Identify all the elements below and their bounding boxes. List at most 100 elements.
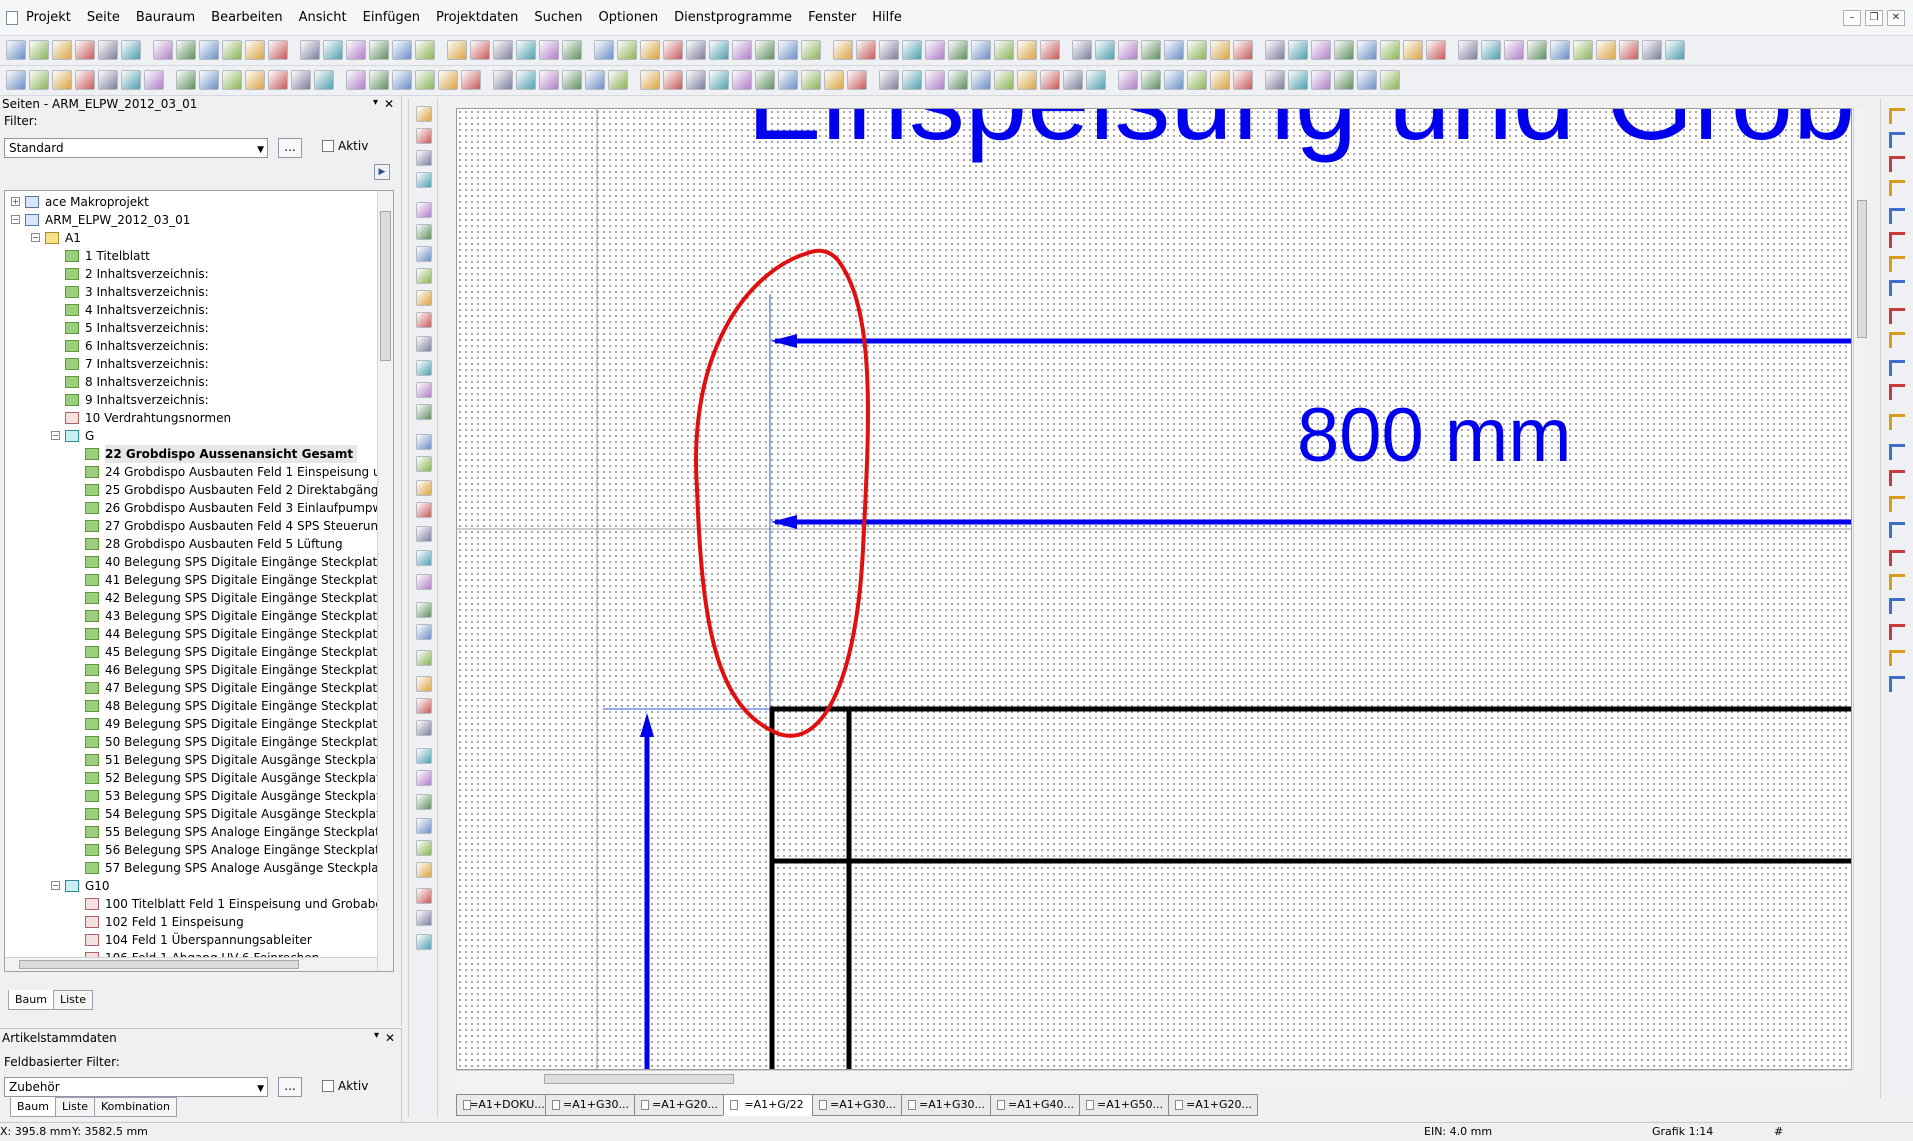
toolbar-tool-icon[interactable] — [1357, 40, 1377, 60]
tab-baum[interactable]: Baum — [10, 1097, 56, 1117]
toolbar-tool-icon[interactable] — [1481, 40, 1501, 60]
tab-baum[interactable]: Baum — [8, 990, 54, 1010]
toolbar-tool-icon[interactable] — [176, 70, 196, 90]
connection-tool-icon[interactable] — [1889, 624, 1905, 640]
toolbar-tool-icon[interactable] — [470, 40, 490, 60]
connection-tool-icon[interactable] — [1889, 156, 1905, 172]
drawing-tool-icon[interactable] — [416, 172, 432, 188]
connection-tool-icon[interactable] — [1889, 676, 1905, 692]
tree-item[interactable]: 40 Belegung SPS Digitale Eingänge Steckp… — [5, 553, 393, 571]
drawing-tool-icon[interactable] — [416, 526, 432, 542]
tree-item[interactable]: 6 Inhaltsverzeichnis: — [5, 337, 375, 355]
toolbar-tool-icon[interactable] — [516, 40, 536, 60]
toolbar-tool-icon[interactable] — [75, 40, 95, 60]
page-tab[interactable]: =A1+G40... — [990, 1094, 1080, 1116]
toolbar-tool-icon[interactable] — [879, 70, 899, 90]
connection-tool-icon[interactable] — [1889, 360, 1905, 376]
drawing-tool-icon[interactable] — [416, 676, 432, 692]
toolbar-tool-icon[interactable] — [686, 70, 706, 90]
toolbar-tool-icon[interactable] — [6, 70, 26, 90]
toolbar-tool-icon[interactable] — [994, 70, 1014, 90]
drawing-tool-icon[interactable] — [416, 106, 432, 122]
drawing-tool-icon[interactable] — [416, 698, 432, 714]
connection-tool-icon[interactable] — [1889, 256, 1905, 272]
toolbar-tool-icon[interactable] — [222, 70, 242, 90]
toolbar-tool-icon[interactable] — [539, 40, 559, 60]
toolbar-tool-icon[interactable] — [1403, 40, 1423, 60]
toolbar-tool-icon[interactable] — [153, 40, 173, 60]
toolbar-tool-icon[interactable] — [199, 40, 219, 60]
connection-tool-icon[interactable] — [1889, 550, 1905, 566]
toolbar-tool-icon[interactable] — [640, 40, 660, 60]
toolbar-tool-icon[interactable] — [1573, 40, 1593, 60]
toolbar-tool-icon[interactable] — [1233, 70, 1253, 90]
drawing-tool-icon[interactable] — [416, 290, 432, 306]
toolbar-tool-icon[interactable] — [585, 70, 605, 90]
toolbar-tool-icon[interactable] — [1311, 40, 1331, 60]
close-panel-icon[interactable]: ✕ — [385, 1031, 395, 1045]
connection-tool-icon[interactable] — [1889, 522, 1905, 538]
drawing-tool-icon[interactable] — [416, 502, 432, 518]
menu-item-10[interactable]: Fenster — [806, 9, 858, 26]
drawing-tool-icon[interactable] — [416, 624, 432, 640]
page-tab[interactable]: =A1+G30... — [545, 1094, 635, 1116]
tree-item[interactable]: 100 Titelblatt Feld 1 Einspeisung und Gr… — [5, 895, 393, 913]
connection-tool-icon[interactable] — [1889, 470, 1905, 486]
toolbar-tool-icon[interactable] — [617, 40, 637, 60]
toolbar-tool-icon[interactable] — [755, 40, 775, 60]
toolbar-tool-icon[interactable] — [268, 40, 288, 60]
toolbar-tool-icon[interactable] — [1527, 40, 1547, 60]
toolbar-tool-icon[interactable] — [948, 70, 968, 90]
toolbar-tool-icon[interactable] — [268, 70, 288, 90]
connection-tool-icon[interactable] — [1889, 180, 1905, 196]
toolbar-tool-icon[interactable] — [1665, 40, 1685, 60]
connection-tool-icon[interactable] — [1889, 308, 1905, 324]
connection-tool-icon[interactable] — [1889, 208, 1905, 224]
toolbar-tool-icon[interactable] — [640, 70, 660, 90]
tree-item[interactable]: 3 Inhaltsverzeichnis: — [5, 283, 375, 301]
tree-item[interactable]: 8 Inhaltsverzeichnis: — [5, 373, 375, 391]
toolbar-tool-icon[interactable] — [52, 70, 72, 90]
tree-item[interactable]: 25 Grobdispo Ausbauten Feld 2 Direktabgä… — [5, 481, 386, 499]
drawing-tool-icon[interactable] — [416, 434, 432, 450]
toolbar-tool-icon[interactable] — [1164, 70, 1184, 90]
menu-item-0[interactable]: Projekt — [24, 9, 73, 26]
toolbar-tool-icon[interactable] — [663, 70, 683, 90]
toolbar-tool-icon[interactable] — [925, 70, 945, 90]
tab-kombination[interactable]: Kombination — [93, 1097, 177, 1117]
drawing-tool-icon[interactable] — [416, 382, 432, 398]
collapse-icon[interactable]: − — [31, 233, 40, 242]
menu-item-3[interactable]: Bearbeiten — [209, 9, 284, 26]
drawing-tool-icon[interactable] — [416, 224, 432, 240]
tree-vscroll-thumb[interactable] — [380, 211, 391, 361]
toolbar-tool-icon[interactable] — [608, 70, 628, 90]
tree-item[interactable]: 1 Titelblatt — [5, 247, 375, 265]
toolbar-tool-icon[interactable] — [75, 70, 95, 90]
toolbar-tool-icon[interactable] — [415, 40, 435, 60]
toolbar-tool-icon[interactable] — [222, 40, 242, 60]
toolbar-tool-icon[interactable] — [1187, 40, 1207, 60]
tree-item[interactable]: 9 Inhaltsverzeichnis: — [5, 391, 375, 409]
page-tab[interactable]: =A1+G30... — [901, 1094, 991, 1116]
drawing-tool-icon[interactable] — [416, 720, 432, 736]
toolbar-tool-icon[interactable] — [98, 70, 118, 90]
tree-item[interactable]: 26 Grobdispo Ausbauten Feld 3 Einlaufpum… — [5, 499, 393, 517]
toolbar-tool-icon[interactable] — [314, 70, 334, 90]
page-tab[interactable]: =A1+G20... — [1168, 1094, 1258, 1116]
toolbar-tool-icon[interactable] — [1233, 40, 1253, 60]
tree-item[interactable]: 57 Belegung SPS Analoge Ausgänge Steckpl… — [5, 859, 393, 877]
drawing-tool-icon[interactable] — [416, 888, 432, 904]
drawing-tool-icon[interactable] — [416, 456, 432, 472]
drawing-tool-icon[interactable] — [416, 650, 432, 666]
toolbar-tool-icon[interactable] — [1040, 40, 1060, 60]
toolbar-tool-icon[interactable] — [801, 40, 821, 60]
toolbar-tool-icon[interactable] — [1288, 40, 1308, 60]
toolbar-tool-icon[interactable] — [1334, 70, 1354, 90]
filter-select[interactable]: Standard ▼ — [4, 138, 268, 158]
toolbar-tool-icon[interactable] — [98, 40, 118, 60]
tree-item[interactable]: 48 Belegung SPS Digitale Eingänge Steckp… — [5, 697, 393, 715]
toolbar-tool-icon[interactable] — [52, 40, 72, 60]
close-icon[interactable]: ✕ — [1887, 10, 1905, 26]
menu-item-11[interactable]: Hilfe — [870, 9, 904, 26]
toolbar-tool-icon[interactable] — [971, 70, 991, 90]
